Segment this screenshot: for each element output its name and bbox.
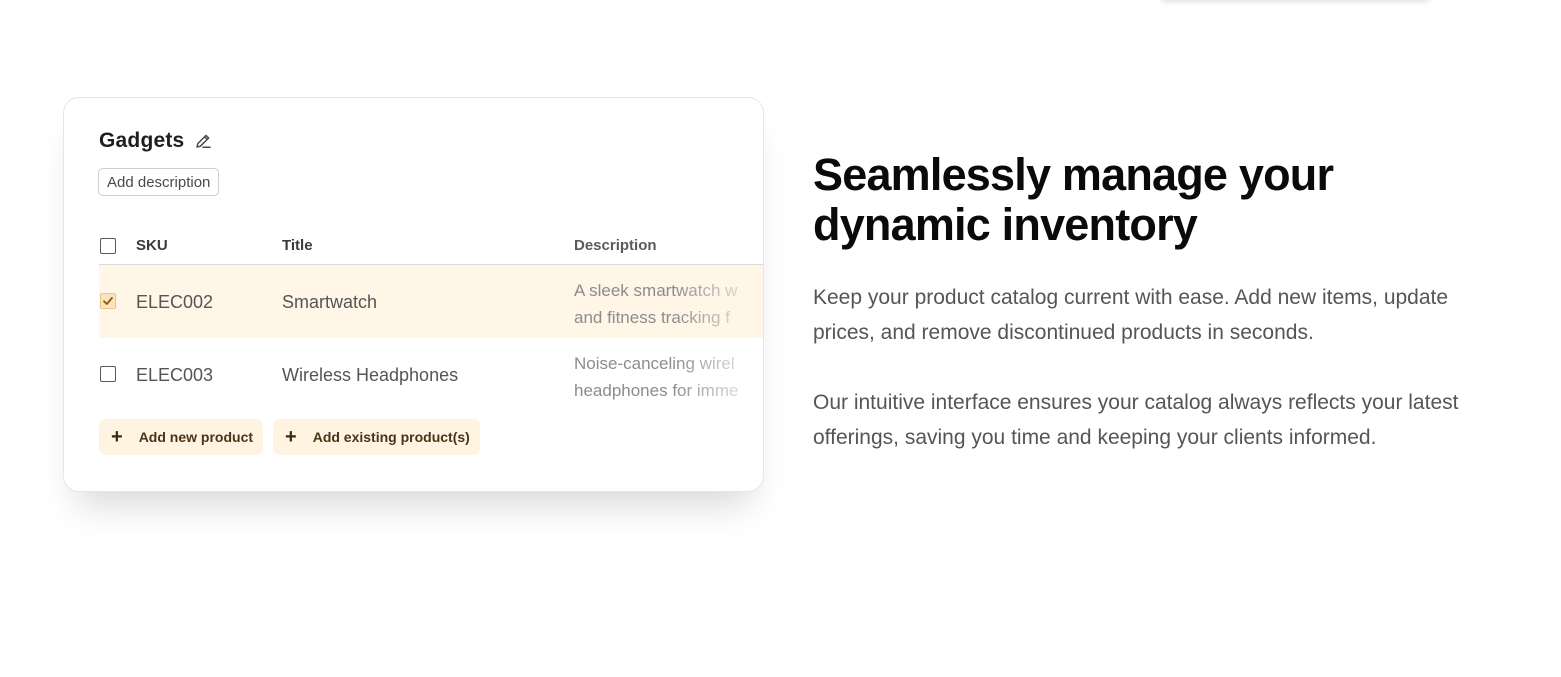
plus-icon: + <box>111 426 123 448</box>
row-title: Wireless Headphones <box>282 365 459 385</box>
row-checkbox-checked[interactable] <box>100 293 116 309</box>
row-description: Noise-canceling wirel headphones for imm… <box>574 350 763 404</box>
column-header-sku: SKU <box>136 237 168 254</box>
plus-icon: + <box>285 426 297 448</box>
add-new-product-label: Add new product <box>138 429 254 445</box>
row-title: Smartwatch <box>282 292 378 312</box>
collection-title: Gadgets <box>99 129 185 152</box>
row-description: A sleek smartwatch w and fitness trackin… <box>574 277 763 331</box>
column-header-title: Title <box>282 237 313 254</box>
row-description-line: and fitness tracking f <box>574 308 730 327</box>
page: Gadgets Add description SKU Title Descri… <box>0 0 1561 677</box>
section-paragraph: Keep your product catalog current with e… <box>813 286 1449 344</box>
add-description-button[interactable]: Add description <box>98 168 220 196</box>
collection-title-row: Gadgets <box>99 129 212 153</box>
row-description-line: A sleek smartwatch w <box>574 281 738 300</box>
product-collection-card: Gadgets Add description SKU Title Descri… <box>63 97 764 492</box>
row-description-line: headphones for imme <box>574 381 739 400</box>
section-headline: Seamlessly manage your dynamic inventory <box>813 149 1334 250</box>
add-existing-product-button[interactable]: + Add existing product(s) <box>273 419 480 455</box>
products-table: SKU Title Description ELEC002 Smartwatch… <box>99 231 763 411</box>
row-checkbox[interactable] <box>100 366 116 382</box>
row-sku: ELEC003 <box>136 365 214 385</box>
section-paragraph: Our intuitive interface ensures your cat… <box>813 391 1459 449</box>
table-header: SKU Title Description <box>99 231 763 265</box>
add-new-product-button[interactable]: + Add new product <box>99 419 264 455</box>
select-all-checkbox[interactable] <box>100 238 116 254</box>
table-row[interactable]: ELEC003 Wireless Headphones Noise-cancel… <box>99 338 763 411</box>
pencil-icon[interactable] <box>194 132 212 150</box>
row-description-line: Noise-canceling wirel <box>574 354 735 373</box>
add-existing-product-label: Add existing product(s) <box>312 429 470 445</box>
table-row[interactable]: ELEC002 Smartwatch A sleek smartwatch w … <box>99 265 763 338</box>
row-sku: ELEC002 <box>136 292 214 312</box>
table-actions: + Add new product + Add existing product… <box>99 419 480 455</box>
checkmark-icon <box>103 297 113 305</box>
column-header-description: Description <box>574 237 657 254</box>
